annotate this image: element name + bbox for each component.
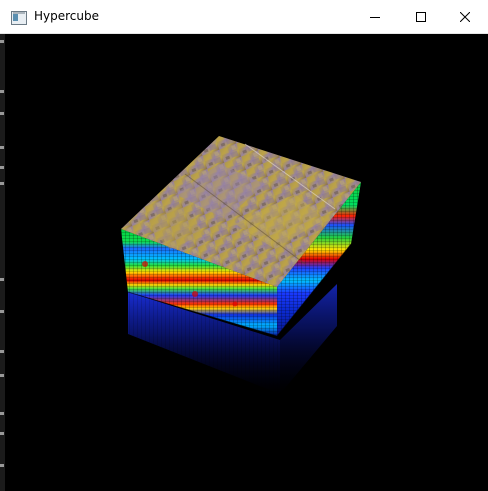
render-viewport[interactable] xyxy=(0,34,488,491)
minimize-icon xyxy=(370,12,380,22)
hypercube-render[interactable] xyxy=(5,34,488,491)
window-title: Hypercube xyxy=(34,9,99,23)
close-icon xyxy=(460,12,470,22)
title-bar[interactable]: Hypercube xyxy=(0,0,488,34)
close-button[interactable] xyxy=(442,0,488,34)
minimize-button[interactable] xyxy=(352,0,398,34)
window-app-icon xyxy=(11,10,27,25)
maximize-icon xyxy=(416,12,426,22)
maximize-button[interactable] xyxy=(398,0,444,34)
application-window: Hypercube xyxy=(0,0,488,491)
